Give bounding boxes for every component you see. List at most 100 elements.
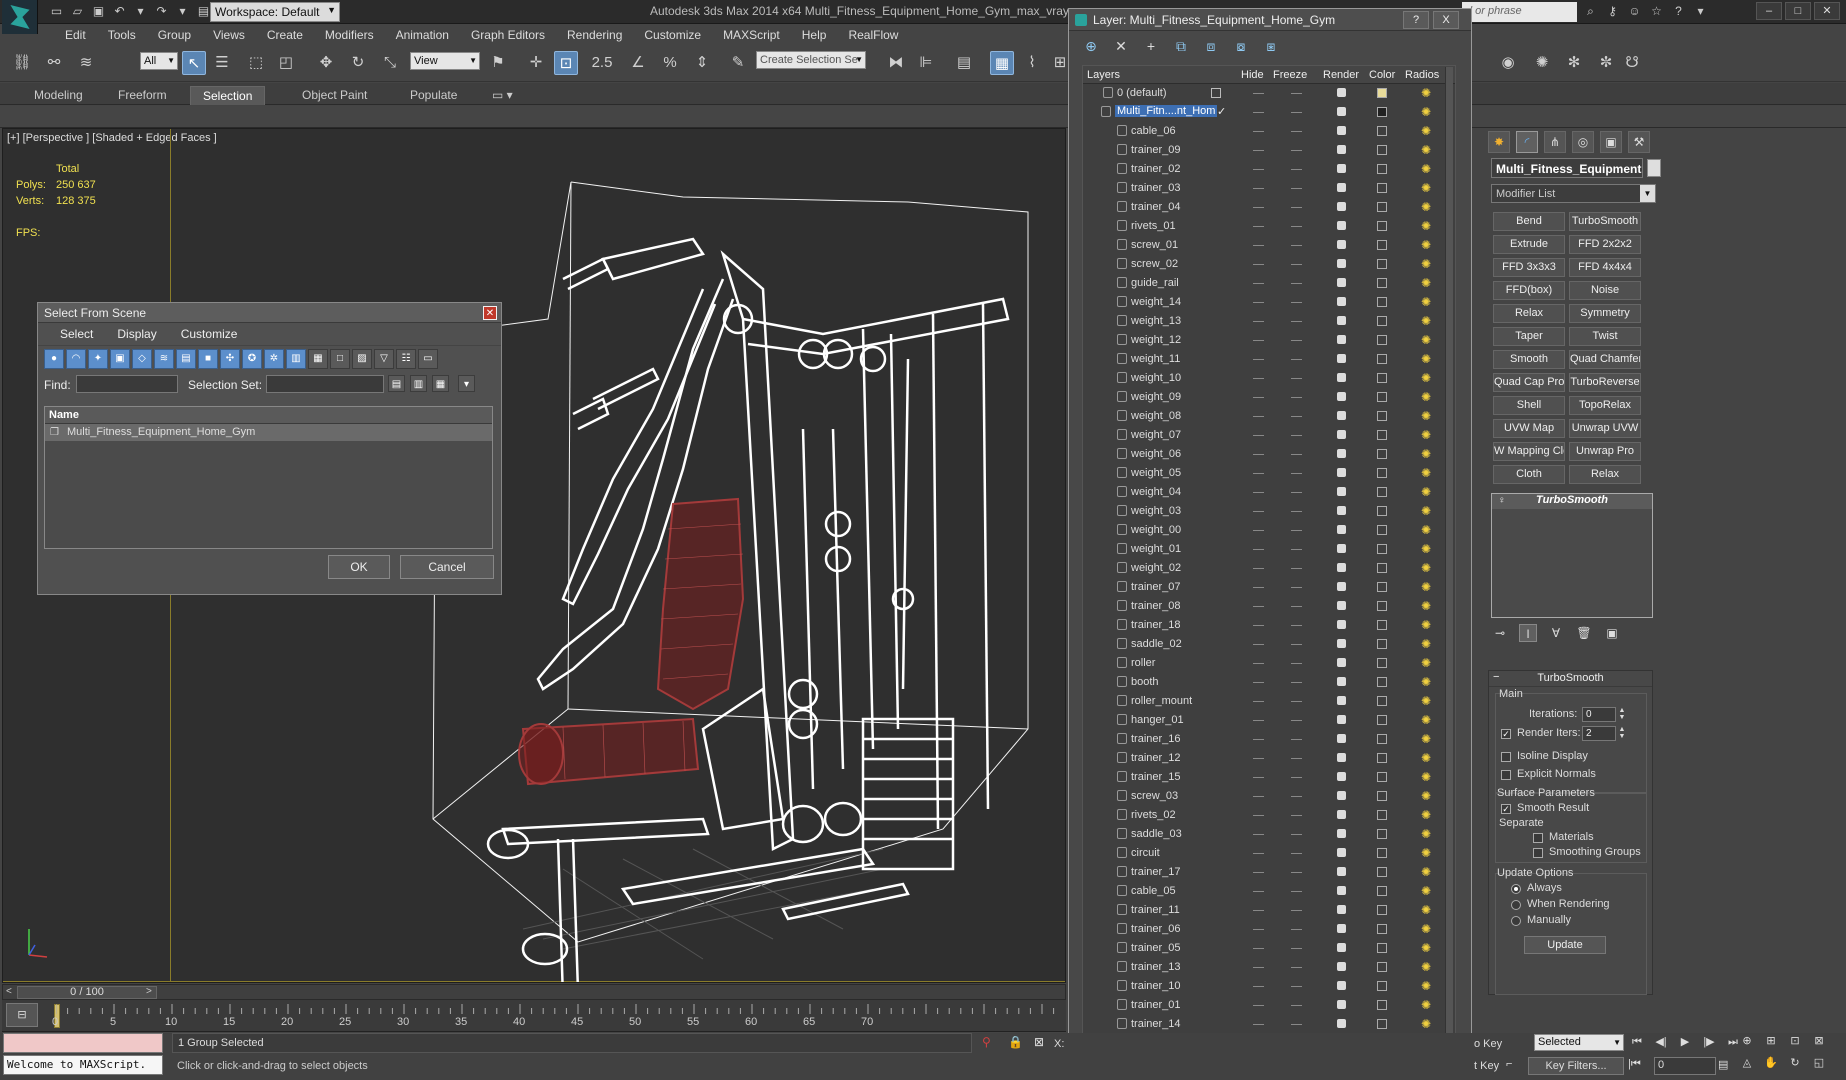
radiosity-toggle-icon[interactable]: ✺ <box>1421 448 1434 461</box>
radiosity-toggle-icon[interactable]: ✺ <box>1421 600 1434 613</box>
layer-object-row[interactable]: cable_05 ✺ <box>1083 882 1455 901</box>
modifier-button[interactable]: Shell <box>1493 396 1565 415</box>
freeze-toggle[interactable] <box>1291 93 1302 94</box>
rendered-frame-icon[interactable]: ✻ <box>1562 51 1586 75</box>
layer-object-row[interactable]: weight_07 ✺ <box>1083 426 1455 445</box>
layer-object-row[interactable]: trainer_18 ✺ <box>1083 616 1455 635</box>
freeze-toggle[interactable] <box>1291 207 1302 208</box>
hide-toggle[interactable] <box>1253 929 1264 930</box>
render-toggle-icon[interactable] <box>1337 164 1346 173</box>
hide-toggle[interactable] <box>1253 530 1264 531</box>
render-toggle-icon[interactable] <box>1337 924 1346 933</box>
layer-object-row[interactable]: weight_05 ✺ <box>1083 464 1455 483</box>
radiosity-toggle-icon[interactable]: ✺ <box>1421 714 1434 727</box>
freeze-toggle[interactable] <box>1291 397 1302 398</box>
orbit-icon[interactable]: ↻ <box>1786 1056 1804 1072</box>
menu-realflow[interactable]: RealFlow <box>837 24 909 46</box>
zoom-icon[interactable]: ⊕ <box>1738 1034 1756 1050</box>
containers-filter-icon[interactable]: ✪ <box>242 349 262 369</box>
modifier-button[interactable]: Taper <box>1493 327 1565 346</box>
object-name-field[interactable]: Multi_Fitness_Equipment <box>1491 158 1643 178</box>
rect-selection-icon[interactable]: ⬚ <box>244 51 268 75</box>
hide-toggle[interactable] <box>1253 302 1264 303</box>
render-toggle-icon[interactable] <box>1337 981 1346 990</box>
radiosity-toggle-icon[interactable]: ✺ <box>1421 676 1434 689</box>
layer-object-row[interactable]: weight_06 ✺ <box>1083 445 1455 464</box>
layer-object-row[interactable]: screw_02 ✺ <box>1083 255 1455 274</box>
radiosity-toggle-icon[interactable]: ✺ <box>1421 904 1434 917</box>
tab-modeling[interactable]: Modeling <box>22 86 95 105</box>
layer-color-swatch[interactable] <box>1377 848 1387 858</box>
layer-color-swatch[interactable] <box>1377 373 1387 383</box>
layer-object-row[interactable]: weight_14 ✺ <box>1083 293 1455 312</box>
render-toggle-icon[interactable] <box>1337 677 1346 686</box>
freeze-toggle[interactable] <box>1291 929 1302 930</box>
layer-object-row[interactable]: weight_03 ✺ <box>1083 502 1455 521</box>
layer-color-swatch[interactable] <box>1377 145 1387 155</box>
render-toggle-icon[interactable] <box>1337 1000 1346 1009</box>
bones-filter-icon[interactable]: ✣ <box>220 349 240 369</box>
ribbon-options-icon[interactable]: ▭ ▾ <box>480 86 525 105</box>
render-toggle-icon[interactable] <box>1337 582 1346 591</box>
current-layer-icon[interactable] <box>1211 88 1221 98</box>
hide-toggle[interactable] <box>1253 340 1264 341</box>
save-icon[interactable]: ▣ <box>90 3 107 20</box>
motion-tab-icon[interactable]: ◎ <box>1572 131 1594 153</box>
hide-toggle[interactable] <box>1253 150 1264 151</box>
freeze-toggle[interactable] <box>1291 188 1302 189</box>
layer-color-swatch[interactable] <box>1377 924 1387 934</box>
freeze-toggle[interactable] <box>1291 473 1302 474</box>
menu-animation[interactable]: Animation <box>385 24 460 46</box>
angle-snap-icon[interactable]: ∠ <box>626 51 650 75</box>
render-toggle-icon[interactable] <box>1337 145 1346 154</box>
freeze-toggle[interactable] <box>1291 834 1302 835</box>
layer-color-swatch[interactable] <box>1377 962 1387 972</box>
dialog-menu-select[interactable]: Select <box>48 327 105 341</box>
radiosity-toggle-icon[interactable]: ✺ <box>1421 695 1434 708</box>
radiosity-toggle-icon[interactable]: ✺ <box>1421 277 1434 290</box>
render-toggle-icon[interactable] <box>1337 791 1346 800</box>
tab-populate[interactable]: Populate <box>398 86 469 105</box>
move-icon[interactable]: ✥ <box>314 51 338 75</box>
layer-color-swatch[interactable] <box>1377 240 1387 250</box>
layer-color-swatch[interactable] <box>1377 715 1387 725</box>
hide-toggle[interactable] <box>1253 891 1264 892</box>
percent-snap-icon[interactable]: % <box>658 51 682 75</box>
hidden-filter-icon[interactable]: ▥ <box>286 349 306 369</box>
modify-tab-icon[interactable]: ◜ <box>1516 131 1538 153</box>
layer-color-swatch[interactable] <box>1377 183 1387 193</box>
layer-object-row[interactable]: trainer_01 ✺ <box>1083 996 1455 1015</box>
find-input[interactable] <box>76 375 178 393</box>
layer-object-row[interactable]: saddle_03 ✺ <box>1083 825 1455 844</box>
layer-object-row[interactable]: trainer_14 ✺ <box>1083 1015 1455 1034</box>
undo-icon[interactable]: ↶ <box>111 3 128 20</box>
layer-object-row[interactable]: weight_01 ✺ <box>1083 540 1455 559</box>
smoothing-groups-checkbox[interactable] <box>1533 848 1543 858</box>
key-selection-dropdown[interactable]: Selected ▼ <box>1534 1034 1624 1051</box>
pivot-center-icon[interactable]: ⚑ <box>486 51 510 75</box>
highlight-selected-icon[interactable]: ⧈ <box>1201 37 1221 55</box>
hide-toggle[interactable] <box>1253 910 1264 911</box>
select-manipulate-icon[interactable]: ✛ <box>524 51 548 75</box>
layer-color-swatch[interactable] <box>1377 126 1387 136</box>
next-frame-icon[interactable]: |▶ <box>1700 1034 1718 1050</box>
modifier-button[interactable]: FFD 4x4x4 <box>1569 258 1641 277</box>
modifier-button[interactable]: UVW Map <box>1493 419 1565 438</box>
select-by-name-icon[interactable]: ☰ <box>210 51 234 75</box>
dialog-title-bar[interactable]: Select From Scene ✕ <box>38 303 501 323</box>
key-mode-toggle-icon[interactable]: |⏮ <box>1628 1058 1641 1071</box>
radiosity-toggle-icon[interactable]: ✺ <box>1421 258 1434 271</box>
hide-toggle[interactable] <box>1253 169 1264 170</box>
named-selection-set-dropdown[interactable]: Create Selection Se ▼ <box>756 51 866 69</box>
column-hide[interactable]: Hide <box>1241 69 1264 81</box>
menu-maxscript[interactable]: MAXScript <box>712 24 791 46</box>
render-toggle-icon[interactable] <box>1337 620 1346 629</box>
radiosity-toggle-icon[interactable]: ✺ <box>1421 391 1434 404</box>
freeze-toggle[interactable] <box>1291 416 1302 417</box>
hide-toggle[interactable] <box>1253 264 1264 265</box>
reference-coord-dropdown[interactable]: View ▼ <box>410 52 480 70</box>
radiosity-toggle-icon[interactable]: ✺ <box>1421 486 1434 499</box>
selection-set-dropdown[interactable] <box>266 375 384 393</box>
selection-set-add-icon[interactable]: ▤ <box>388 375 405 392</box>
freeze-toggle[interactable] <box>1291 264 1302 265</box>
